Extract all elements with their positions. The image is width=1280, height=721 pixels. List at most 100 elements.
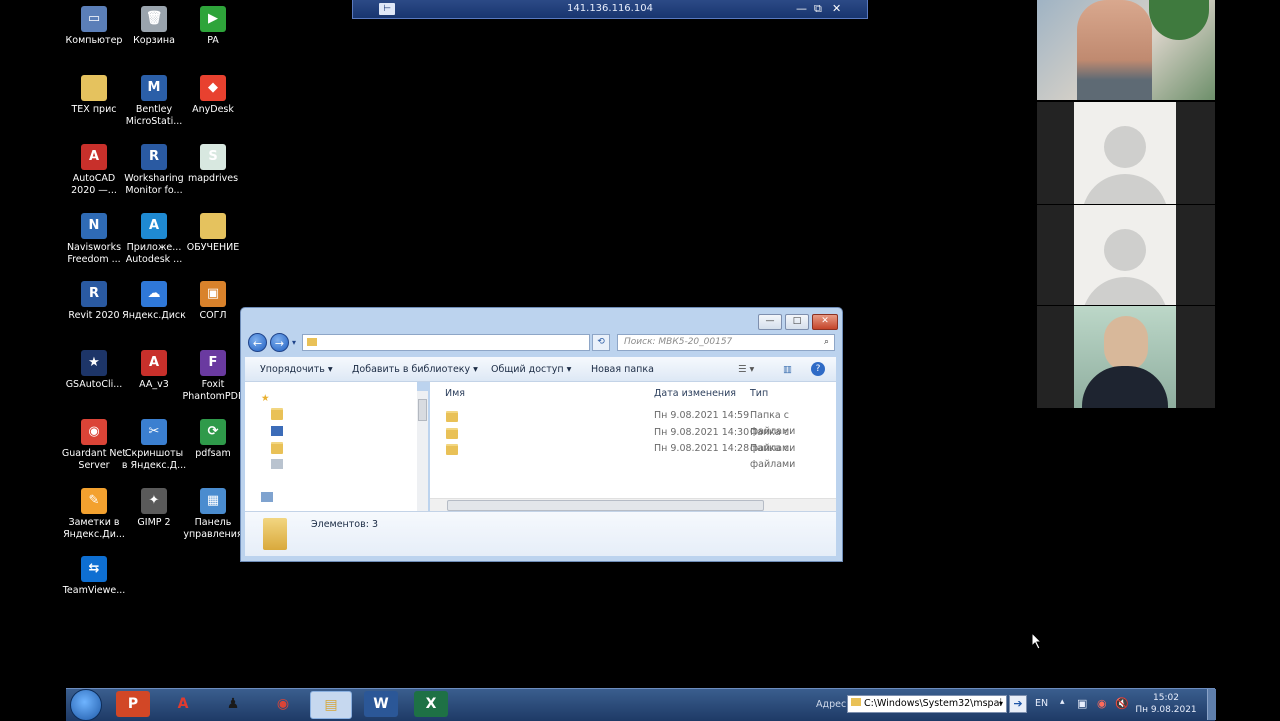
word-icon[interactable]: W [364,691,398,717]
column-header-name[interactable]: Имя [445,388,465,399]
file-name: 3 [462,443,469,454]
nav-item[interactable]: Рублево-Архангельское [271,442,406,458]
desktop-icon-item[interactable]: ⟳ pdfsam [180,419,246,460]
chrome-icon[interactable]: ◉ [266,691,300,717]
desktop-icon-item[interactable]: R Worksharing Monitor fo... [121,144,187,197]
autodesk-icon: A [141,213,167,239]
video-tile-participant-2 [1037,102,1215,204]
desktop-icon-item[interactable]: Smapdrives [180,144,246,185]
desktop-icon-item[interactable]: N Navisworks Freedom ... [61,213,127,266]
nav-item[interactable]: Недавние места [271,458,369,474]
file-row[interactable]: 3 Пн 9.08.2021 14:28 Папка с файлами [430,441,836,470]
rdp-restore-button[interactable]: ⧉ [814,2,822,16]
history-dropdown-icon[interactable]: ▾ [292,338,296,347]
tray-antivirus-icon[interactable]: ◉ [1097,697,1107,710]
desktop-icon-label: Корзина [133,35,175,46]
nav-libraries[interactable]: Библиотеки [261,491,337,507]
desktop-icon-item[interactable]: TEX прис [61,75,127,116]
plant-background [1149,0,1209,40]
desktop-icon-item[interactable]: 🗑 Корзина [121,6,187,47]
desktop-icon-item[interactable]: ✎ Заметки в Яндекс.Ди... [61,488,127,541]
nav-item[interactable]: Рабочий стол [271,425,354,441]
minimize-button[interactable]: — [758,314,782,330]
desktop-icon-item[interactable]: ⇆ TeamViewe... [61,556,127,597]
file-row[interactable]: 2 Пн 9.08.2021 14:30 Папка с файлами [430,425,836,454]
breadcrumb-item[interactable]: МВК5-20_00157 [447,335,525,350]
view-options-icon[interactable]: ☰ ▾ [738,364,754,375]
address-toolbar-input[interactable]: C:\Windows\System32\mspai ▾ [847,695,1007,713]
desktop-icon-item[interactable]: A AA_v3 [121,350,187,391]
rdp-minimize-button[interactable]: — [796,2,807,15]
chevron-down-icon[interactable]: ▾ [580,335,584,350]
show-desktop-button[interactable] [1207,689,1216,720]
user-app-icon[interactable]: ♟ [216,691,250,717]
desktop-icon-item[interactable]: ✦ GIMP 2 [121,488,187,529]
preview-pane-icon[interactable]: ▥ [783,364,792,375]
desktop-icon-item[interactable]: ▭ Компьютер [61,6,127,47]
go-button[interactable]: ➔ [1009,695,1027,713]
close-button[interactable]: ✕ [812,314,838,330]
desktop-icon-item[interactable]: ◆ AnyDesk [180,75,246,116]
desktop-icon-item[interactable]: ▣ СОГЛ [180,281,246,322]
excel-icon[interactable]: X [414,691,448,717]
organize-button[interactable]: Упорядочить ▾ [260,364,333,375]
powerpoint-icon[interactable]: P [116,691,150,717]
chevron-down-icon[interactable]: ▾ [999,696,1003,712]
back-button[interactable]: ← [248,333,267,352]
desktop-icon-label: PA [207,35,219,46]
tray-expand-icon[interactable]: ▴ [1060,697,1065,707]
language-indicator[interactable]: EN [1035,698,1048,709]
play-icon: ▶ [200,6,226,32]
file-name: 1 [462,410,469,421]
new-folder-button[interactable]: Новая папка [591,364,654,375]
share-button[interactable]: Общий доступ ▾ [491,364,571,375]
desktop-icon-item[interactable]: R Revit 2020 [61,281,127,322]
explorer-icon[interactable]: ▤ [310,691,352,719]
column-header-date[interactable]: Дата изменения [654,388,736,399]
autocad-icon[interactable]: A [166,691,200,717]
star-icon: ★ [261,393,270,404]
add-to-library-button[interactable]: Добавить в библиотеку ▾ [352,364,478,375]
clock-time: 15:02 [1153,693,1179,703]
horizontal-scrollbar[interactable] [430,498,836,511]
desktop-icon-item[interactable]: ☁ Яндекс.Диск [121,281,187,322]
desktop-icon-item[interactable]: ✂ Скриншоты в Яндекс.Д... [121,419,187,472]
search-input[interactable]: Поиск: МВК5-20_00157 ⌕ [617,334,835,351]
desktop-icon-label: Foxit PhantomPDF [182,379,244,402]
mouse-cursor-icon [1031,632,1043,650]
desktop-icon-item[interactable]: A AutoCAD 2020 —... [61,144,127,197]
desktop-icon-label: mapdrives [187,173,239,184]
column-header-type[interactable]: Тип [750,388,768,399]
maximize-button[interactable]: □ [785,314,809,330]
desktop-icon-item[interactable]: ★ GSAutoCli... [61,350,127,391]
start-button[interactable] [70,689,102,721]
autocad-icon: A [81,144,107,170]
search-icon[interactable]: ⌕ [824,335,829,350]
desktop-icon-item[interactable]: ◉ Guardant Net Server [61,419,127,472]
address-bar[interactable]: ▸ ОБУЧЕНИЕ ▸ CBX_5 ▸ МВК5-20_00157 ▸ ▾ [302,334,590,351]
desktop-icon-item[interactable]: ▶ PA [180,6,246,47]
tray-app-icon[interactable]: ▣ [1077,697,1087,710]
desktop-icon-item[interactable]: ▦ Панель управления [180,488,246,541]
desktop-icon-item[interactable]: ОБУЧЕНИЕ [180,213,246,254]
volume-muted-icon[interactable]: 🔇 [1115,697,1129,710]
desktop-icon-item[interactable]: F Foxit PhantomPDF [180,350,246,403]
command-bar: Упорядочить ▾ Добавить в библиотеку ▾ Об… [245,357,836,382]
file-list: Имя Дата изменения Тип 1 Пн 9.08.2021 14… [430,382,836,511]
nav-scrollbar[interactable] [417,391,428,511]
desktop-icon-label: GIMP 2 [137,517,171,528]
file-row[interactable]: 1 Пн 9.08.2021 14:59 Папка с файлами [430,408,836,437]
yandex-disk-icon: ☁ [141,281,167,307]
breadcrumb-item[interactable]: CBX_5 [403,335,433,350]
desktop-icon-item[interactable]: A Приложе... Autodesk ... [121,213,187,266]
help-icon[interactable]: ? [811,362,825,376]
rdp-close-button[interactable]: ✕ [832,2,841,15]
nav-favorites[interactable]: ★ Избранное [261,391,327,407]
refresh-button[interactable]: ⟲ [592,334,610,351]
forward-button[interactable]: → [270,333,289,352]
clock[interactable]: 15:02 Пн 9.08.2021 [1128,692,1204,716]
folder-icon [446,411,458,422]
breadcrumb-item[interactable]: ОБУЧЕНИЕ [335,335,388,350]
desktop-icon-item[interactable]: M Bentley MicroStati... [121,75,187,128]
nav-item[interactable]: оформление [271,408,350,424]
